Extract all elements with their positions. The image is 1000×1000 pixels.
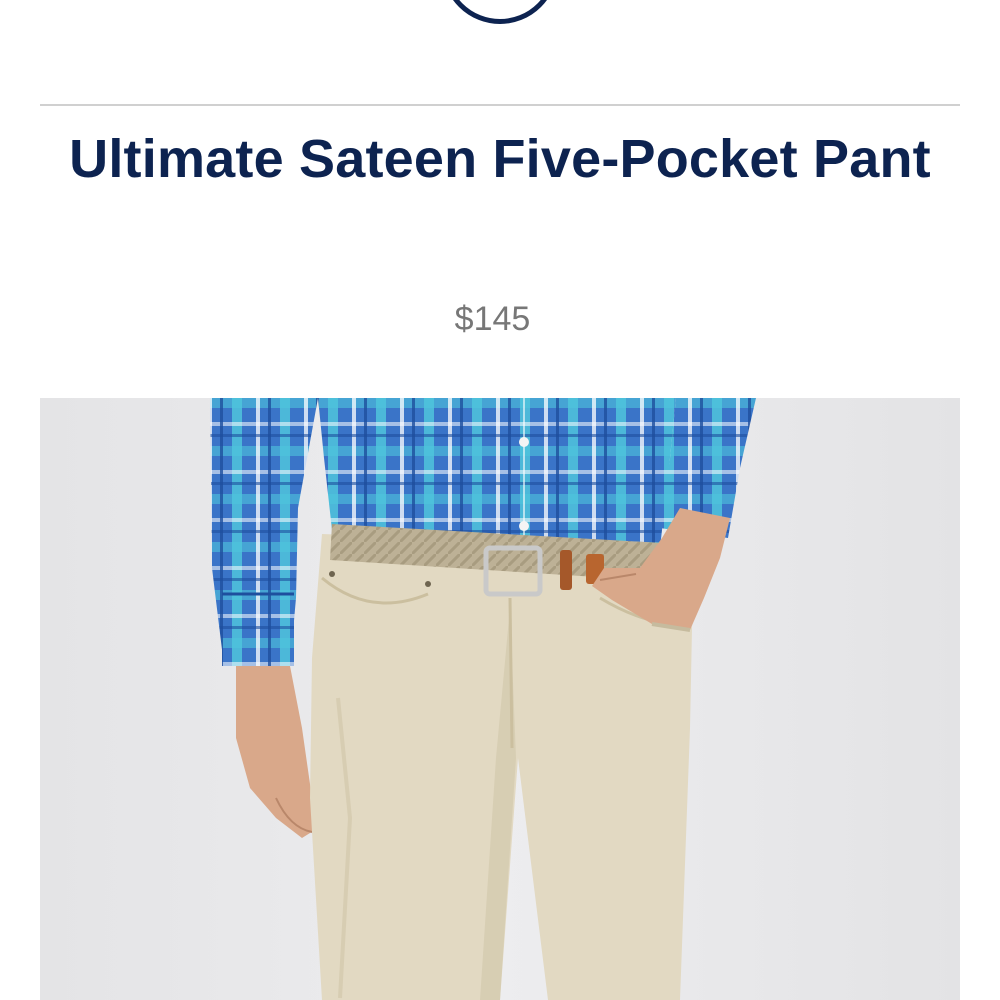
product-photo	[40, 398, 960, 1000]
product-title: Ultimate Sateen Five-Pocket Pant	[69, 129, 931, 189]
product-image[interactable]	[40, 398, 960, 1000]
brand-logo[interactable]	[442, 0, 558, 24]
product-price: $145	[454, 300, 531, 338]
header-divider	[40, 104, 960, 106]
